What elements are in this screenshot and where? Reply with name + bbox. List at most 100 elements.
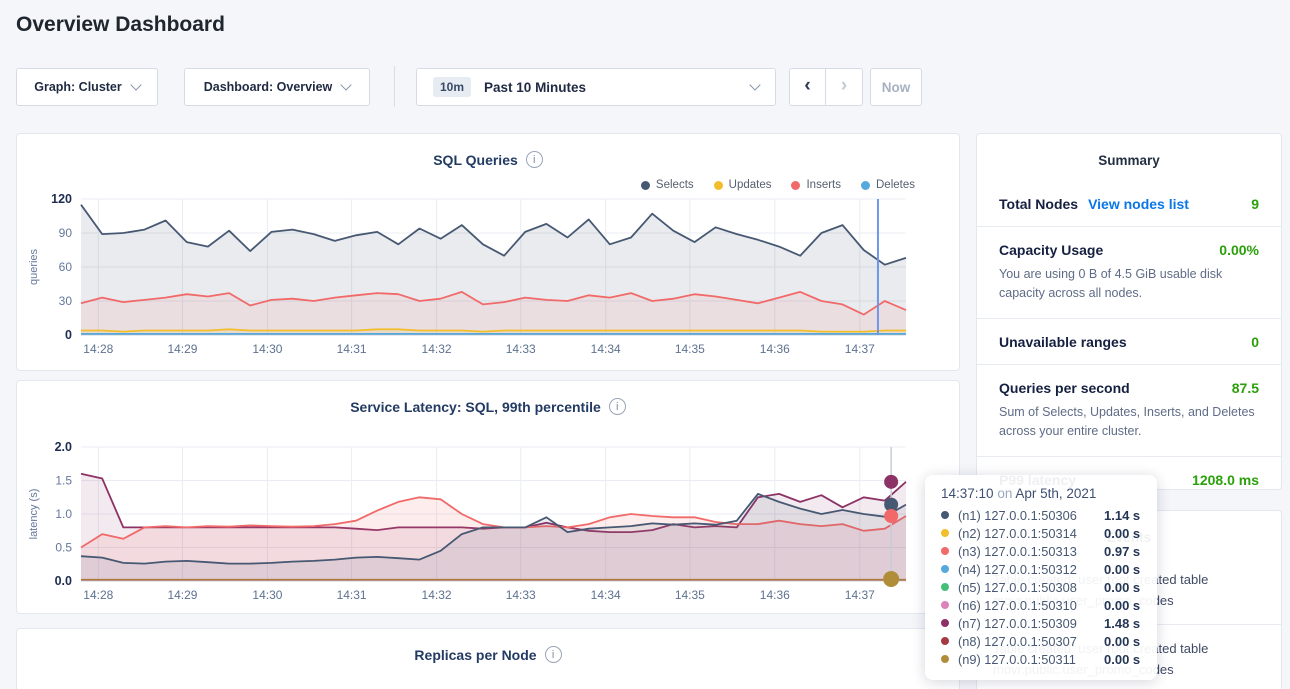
queries-per-second-value: 87.5 bbox=[1232, 380, 1259, 396]
chevron-down-icon bbox=[341, 79, 352, 90]
time-range-label: Past 10 Minutes bbox=[484, 80, 586, 95]
tooltip-row-n5: (n5) 127.0.0.1:503080.00 s bbox=[941, 578, 1143, 596]
x-axis-tick-label: 14:34 bbox=[591, 342, 621, 356]
dashboard-dropdown-label: Dashboard: Overview bbox=[204, 80, 333, 94]
unavailable-ranges-value: 0 bbox=[1251, 334, 1259, 350]
y-axis-tick-label: 30 bbox=[59, 294, 73, 308]
x-axis-tick-label: 14:31 bbox=[337, 588, 367, 602]
hover-marker-dot bbox=[884, 509, 898, 523]
graph-dropdown[interactable]: Graph: Cluster bbox=[16, 68, 158, 106]
x-axis-tick-label: 14:37 bbox=[845, 588, 875, 602]
total-nodes-value: 9 bbox=[1251, 196, 1259, 212]
tooltip-row-n1: (n1) 127.0.0.1:503061.14 s bbox=[941, 506, 1143, 524]
x-axis-tick-label: 14:35 bbox=[675, 588, 705, 602]
n5-dot-icon bbox=[941, 583, 949, 591]
y-axis-tick-label: 1.5 bbox=[55, 474, 72, 488]
page-title: Overview Dashboard bbox=[16, 13, 225, 37]
chevron-down-icon bbox=[130, 79, 141, 90]
n1-dot-icon bbox=[941, 511, 949, 519]
chevron-down-icon bbox=[749, 79, 760, 90]
sql-queries-chart[interactable]: 14:28 14:29 14:30 14:31 14:32 14:33 14:34 14:35… bbox=[17, 134, 959, 370]
summary-title: Summary bbox=[977, 134, 1281, 168]
n8-dot-icon bbox=[941, 637, 949, 645]
y-axis-tick-label: 120 bbox=[51, 192, 72, 206]
y-axis-tick-label: 2.0 bbox=[55, 440, 72, 454]
view-nodes-list-link[interactable]: View nodes list bbox=[1088, 196, 1189, 212]
controls-divider bbox=[394, 66, 395, 107]
tooltip-row-n9: (n9) 127.0.0.1:503110.00 s bbox=[941, 650, 1143, 668]
x-axis-tick-label: 14:29 bbox=[167, 588, 197, 602]
hover-marker-dot bbox=[884, 475, 898, 489]
y-axis-tick-label: 90 bbox=[59, 226, 73, 240]
x-axis-tick-label: 14:30 bbox=[252, 588, 282, 602]
capacity-usage-label: Capacity Usage bbox=[999, 242, 1103, 258]
now-button[interactable]: Now bbox=[870, 68, 922, 106]
n6-dot-icon bbox=[941, 601, 949, 609]
service-latency-card: Service Latency: SQL, 99th percentile i … bbox=[16, 380, 960, 614]
x-axis-tick-label: 14:33 bbox=[506, 342, 536, 356]
x-axis-tick-label: 14:37 bbox=[845, 342, 875, 356]
x-axis-tick-label: 14:28 bbox=[83, 342, 113, 356]
x-axis-tick-label: 14:31 bbox=[337, 342, 367, 356]
x-axis-tick-label: 14:36 bbox=[760, 342, 790, 356]
chevron-right-icon: › bbox=[841, 75, 847, 97]
y-axis-tick-label: 0 bbox=[65, 328, 72, 342]
replicas-per-node-title-text: Replicas per Node bbox=[414, 647, 536, 663]
unavailable-ranges-label: Unavailable ranges bbox=[999, 334, 1127, 350]
y-axis-tick-label: 60 bbox=[59, 260, 73, 274]
x-axis-tick-label: 14:30 bbox=[252, 342, 282, 356]
info-icon[interactable]: i bbox=[545, 646, 562, 663]
time-range-badge: 10m bbox=[433, 77, 471, 97]
tooltip-row-n3: (n3) 127.0.0.1:503130.97 s bbox=[941, 542, 1143, 560]
tooltip-row-n2: (n2) 127.0.0.1:503140.00 s bbox=[941, 524, 1143, 542]
chart-canvas: 14:28 14:29 14:30 14:31 14:32 14:33 14:34 14:35… bbox=[17, 381, 961, 615]
sql-queries-card: SQL Queries i Selects Updates Inserts De… bbox=[16, 133, 960, 371]
p99-latency-value: 1208.0 ms bbox=[1192, 472, 1259, 488]
x-axis-tick-label: 14:29 bbox=[167, 342, 197, 356]
chart-canvas: 14:28 14:29 14:30 14:31 14:32 14:33 14:34 14:35… bbox=[17, 134, 961, 372]
queries-per-second-desc: Sum of Selects, Updates, Inserts, and De… bbox=[999, 403, 1259, 442]
summary-row-total-nodes: Total Nodes View nodes list 9 bbox=[977, 181, 1281, 227]
summary-panel: Summary Total Nodes View nodes list 9 Ca… bbox=[976, 133, 1282, 490]
summary-row-qps: Queries per second 87.5 Sum of Selects, … bbox=[977, 365, 1281, 457]
x-axis-tick-label: 14:36 bbox=[760, 588, 790, 602]
replicas-per-node-card: Replicas per Node i bbox=[16, 628, 960, 689]
x-axis-tick-label: 14:34 bbox=[591, 588, 621, 602]
service-latency-chart[interactable]: 14:28 14:29 14:30 14:31 14:32 14:33 14:34 14:35… bbox=[17, 381, 959, 613]
now-button-label: Now bbox=[882, 80, 911, 95]
time-next-button[interactable]: › bbox=[825, 68, 863, 106]
tooltip-row-n4: (n4) 127.0.0.1:503120.00 s bbox=[941, 560, 1143, 578]
x-axis-tick-label: 14:28 bbox=[83, 588, 113, 602]
tooltip-row-n8: (n8) 127.0.0.1:503070.00 s bbox=[941, 632, 1143, 650]
y-axis-label: latency (s) bbox=[28, 489, 40, 540]
summary-row-capacity: Capacity Usage 0.00% You are using 0 B o… bbox=[977, 227, 1281, 319]
y-axis-tick-label: 0.5 bbox=[55, 541, 72, 555]
hover-marker-dot bbox=[883, 571, 899, 587]
tooltip-timestamp: 14:37:10 on Apr 5th, 2021 bbox=[941, 486, 1143, 501]
x-axis-tick-label: 14:32 bbox=[422, 342, 452, 356]
n3-dot-icon bbox=[941, 547, 949, 555]
n2-dot-icon bbox=[941, 529, 949, 537]
tooltip-row-n6: (n6) 127.0.0.1:503100.00 s bbox=[941, 596, 1143, 614]
y-axis-label: queries bbox=[28, 248, 40, 285]
x-axis-tick-label: 14:32 bbox=[422, 588, 452, 602]
n4-dot-icon bbox=[941, 565, 949, 573]
chart-hover-tooltip: 14:37:10 on Apr 5th, 2021 (n1) 127.0.0.1… bbox=[925, 475, 1157, 680]
time-prev-button[interactable]: ‹ bbox=[789, 68, 826, 106]
queries-per-second-label: Queries per second bbox=[999, 380, 1130, 396]
y-axis-tick-label: 0.0 bbox=[55, 574, 72, 588]
n9-dot-icon bbox=[941, 655, 949, 663]
graph-dropdown-label: Graph: Cluster bbox=[34, 80, 122, 94]
dashboard-dropdown[interactable]: Dashboard: Overview bbox=[184, 68, 370, 106]
y-axis-tick-label: 1.0 bbox=[55, 507, 72, 521]
capacity-usage-desc: You are using 0 B of 4.5 GiB usable disk… bbox=[999, 265, 1259, 304]
x-axis-tick-label: 14:35 bbox=[675, 342, 705, 356]
replicas-per-node-title: Replicas per Node i bbox=[17, 646, 959, 663]
n7-dot-icon bbox=[941, 619, 949, 627]
x-axis-tick-label: 14:33 bbox=[506, 588, 536, 602]
tooltip-row-n7: (n7) 127.0.0.1:503091.48 s bbox=[941, 614, 1143, 632]
total-nodes-label: Total Nodes bbox=[999, 196, 1078, 212]
chevron-left-icon: ‹ bbox=[804, 75, 810, 97]
time-range-selector[interactable]: 10m Past 10 Minutes bbox=[416, 68, 776, 106]
summary-row-unavailable-ranges: Unavailable ranges 0 bbox=[977, 319, 1281, 365]
